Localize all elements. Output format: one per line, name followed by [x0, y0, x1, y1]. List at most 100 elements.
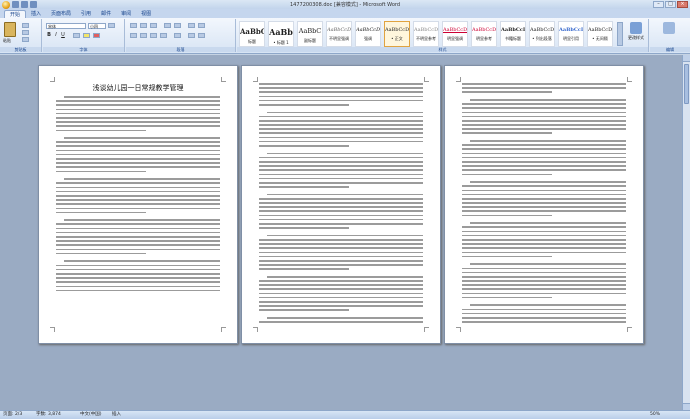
maximize-button[interactable]: □: [665, 1, 676, 8]
align-left-icon[interactable]: [130, 33, 137, 38]
text-line: [259, 177, 423, 180]
style-item[interactable]: AaBb • 标题 1: [268, 21, 294, 47]
corner-mark: [456, 77, 461, 82]
text-line: [56, 121, 220, 123]
style-item[interactable]: AaBbCcD 不明显参考: [413, 21, 439, 47]
editing-group-label: 编辑: [650, 47, 690, 52]
text-line: [56, 104, 220, 106]
bullets-icon[interactable]: [130, 23, 137, 28]
word-count[interactable]: 字数: 3,874: [36, 411, 61, 419]
style-preview: AaBbCcI: [501, 27, 526, 33]
style-item[interactable]: AaBbCcD 不明显强调: [326, 21, 352, 47]
numbering-icon[interactable]: [140, 23, 147, 28]
style-name: 副标题: [304, 38, 316, 43]
font-name-field[interactable]: 宋体: [46, 23, 86, 29]
text-line: [56, 162, 220, 164]
grow-font-icon[interactable]: [108, 23, 115, 28]
close-button[interactable]: ×: [677, 1, 688, 8]
style-item[interactable]: AaBbCcD • 无间隔: [587, 21, 613, 47]
text-line: [56, 231, 220, 234]
borders-icon[interactable]: [198, 33, 205, 38]
format-painter-icon[interactable]: [22, 37, 29, 42]
style-item[interactable]: AaBbCcD 明显强调: [442, 21, 468, 47]
text-line: [267, 275, 423, 278]
show-marks-icon[interactable]: [198, 23, 205, 28]
text-line: [462, 296, 553, 299]
style-item[interactable]: AaBbCcD 明显参考: [471, 21, 497, 47]
corner-mark: [50, 327, 55, 332]
text-line: [56, 108, 220, 111]
copy-icon[interactable]: [22, 30, 29, 35]
tab-references[interactable]: 引用: [76, 10, 96, 18]
tab-home[interactable]: 开始: [4, 10, 27, 18]
text-line: [56, 190, 220, 193]
increase-indent-icon[interactable]: [174, 23, 181, 28]
underline-button[interactable]: U: [60, 32, 66, 38]
align-center-icon[interactable]: [140, 33, 147, 38]
cut-icon[interactable]: [22, 23, 29, 28]
scroll-down-arrow-icon[interactable]: [683, 403, 690, 410]
paste-icon[interactable]: [4, 22, 16, 37]
text-line: [259, 115, 423, 118]
document-area[interactable]: 浅谈幼儿园一日常规教学管理: [0, 55, 682, 410]
paste-button-label[interactable]: 粘贴: [3, 38, 11, 44]
text-line: [259, 99, 423, 102]
text-line: [259, 186, 350, 188]
editing-button[interactable]: [660, 21, 678, 45]
language-indicator[interactable]: 中文(中国): [80, 411, 102, 419]
tab-insert[interactable]: 插入: [26, 10, 46, 18]
vertical-scrollbar[interactable]: [682, 55, 690, 410]
text-line: [56, 153, 220, 156]
text-line: [56, 223, 220, 226]
sort-icon[interactable]: [188, 23, 195, 28]
text-line: [56, 240, 220, 242]
strikethrough-icon[interactable]: [73, 33, 80, 38]
page-count[interactable]: 页面: 2/3: [3, 411, 22, 419]
corner-mark: [627, 327, 632, 332]
tab-page-layout[interactable]: 页面布局: [46, 10, 76, 18]
style-preview: AaBbCcDd: [385, 27, 410, 33]
paragraph-group-label: 段落: [126, 47, 235, 52]
style-item[interactable]: AaBbCcD 强调: [355, 21, 381, 47]
style-item[interactable]: AaBbCcI 书籍标题: [500, 21, 526, 47]
tab-review[interactable]: 审阅: [116, 10, 136, 18]
font-color-icon[interactable]: [93, 33, 100, 38]
change-styles-button[interactable]: 更改样式: [627, 21, 645, 45]
styles-group-label: 样式: [237, 47, 648, 52]
style-item[interactable]: AaBbCcD 明显引用: [558, 21, 584, 47]
tab-view[interactable]: 视图: [136, 10, 156, 18]
scroll-thumb[interactable]: [684, 64, 689, 104]
styles-more-icon[interactable]: [617, 22, 623, 46]
style-preview: AaBbCcD: [530, 27, 555, 33]
insert-mode[interactable]: 插入: [112, 411, 121, 419]
style-item[interactable]: AaBbC 副标题: [297, 21, 323, 47]
style-item-selected[interactable]: AaBbCcDd • 正文: [384, 21, 410, 47]
corner-mark: [456, 327, 461, 332]
text-line: [259, 255, 423, 258]
zoom-level[interactable]: 50%: [650, 411, 660, 419]
style-preview: AaBbCcD: [472, 27, 497, 33]
text-line: [64, 96, 220, 98]
text-line: [259, 103, 350, 106]
text-line: [259, 296, 423, 299]
font-size-field[interactable]: 小四: [88, 23, 106, 29]
align-right-icon[interactable]: [150, 33, 157, 38]
decrease-indent-icon[interactable]: [164, 23, 171, 28]
style-item[interactable]: AaBbC 标题: [239, 21, 265, 47]
style-item[interactable]: AaBbCcD • 列出段落: [529, 21, 555, 47]
justify-icon[interactable]: [160, 33, 167, 38]
corner-mark: [253, 327, 258, 332]
highlight-icon[interactable]: [83, 33, 90, 38]
text-line: [462, 165, 626, 167]
italic-button[interactable]: I: [53, 32, 59, 38]
multilevel-list-icon[interactable]: [150, 23, 157, 28]
text-line: [259, 268, 350, 270]
editing-group: 编辑: [650, 19, 690, 52]
ribbon-tabs: 开始 插入 页面布局 引用 邮件 审阅 视图: [0, 9, 690, 18]
bold-button[interactable]: B: [46, 32, 52, 38]
shading-icon[interactable]: [188, 33, 195, 38]
tab-mailings[interactable]: 邮件: [96, 10, 116, 18]
scroll-up-arrow-icon[interactable]: [683, 55, 690, 62]
minimize-button[interactable]: –: [653, 1, 664, 8]
line-spacing-icon[interactable]: [174, 33, 181, 38]
